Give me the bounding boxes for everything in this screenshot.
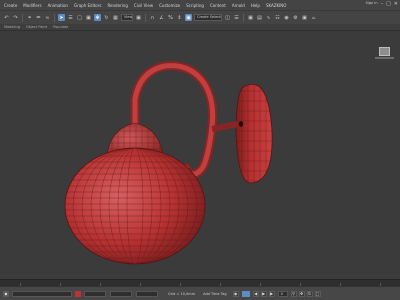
ribbon-tab-populate[interactable]: Populate	[53, 25, 68, 29]
menu-animation[interactable]: Animation	[45, 3, 71, 8]
zoom-icon[interactable]: ⚲	[290, 290, 297, 297]
render-setup-icon[interactable]: ⚙	[292, 14, 299, 21]
align-icon[interactable]: ☰	[233, 14, 240, 21]
percent-snap-icon[interactable]: %	[167, 14, 174, 21]
z-coord-field[interactable]	[136, 290, 158, 297]
pan-icon[interactable]: ✥	[298, 290, 305, 297]
play-icon[interactable]: ▶	[260, 290, 267, 297]
viewcube-compass[interactable]	[375, 57, 394, 59]
angle-snap-icon[interactable]: ∠	[158, 14, 165, 21]
view-dropdown[interactable]: View	[121, 14, 133, 21]
render-icon[interactable]: ☕	[310, 14, 317, 21]
grid-label: Grid = 10,0mm	[168, 291, 196, 296]
ribbon-row: Modeling Object Paint Populate	[0, 24, 400, 31]
menu-modifiers[interactable]: Modifiers	[20, 3, 44, 8]
spinner-snap-icon[interactable]: ⇕	[176, 14, 183, 21]
move-icon[interactable]: ✥	[94, 14, 101, 21]
toolbar-divider	[22, 13, 23, 22]
y-coord-field[interactable]	[110, 290, 132, 297]
menu-customize[interactable]: Customize	[156, 3, 183, 8]
menu-civil-view[interactable]: Civil View	[131, 3, 156, 8]
close-icon[interactable]: ✕	[394, 1, 398, 7]
ribbon-tab-modeling[interactable]: Modeling	[4, 25, 20, 29]
maximize-viewport-icon[interactable]: □	[314, 290, 321, 297]
mount-screw	[238, 121, 244, 127]
main-toolbar: ↶ ↷ ⚭ ⚮ ≈ ➤ ☰ □ ▣ ✥ ↻ ▦ View ▣ ∩ ∠ % ⇕ ▣…	[0, 10, 400, 24]
curve-editor-icon[interactable]: ∿	[265, 14, 272, 21]
window-crossing-icon[interactable]: ▣	[85, 14, 92, 21]
select-by-name-icon[interactable]: ☰	[67, 14, 74, 21]
ribbon-icon[interactable]: ▤	[256, 14, 263, 21]
menu-arnold[interactable]: Arnold	[229, 3, 248, 8]
edit-named-selection-icon[interactable]: ▣	[185, 14, 192, 21]
menu-bar: Create Modifiers Animation Graph Editors…	[0, 0, 400, 10]
set-key-button[interactable]	[241, 290, 250, 297]
rotate-icon[interactable]: ↻	[103, 14, 110, 21]
add-time-tag-button[interactable]: Add Time Tag	[203, 292, 227, 296]
selection-set-dropdown[interactable]: Create Selection Set	[194, 14, 222, 21]
toolbar-divider	[54, 13, 55, 22]
layer-icon[interactable]: ▣	[247, 14, 254, 21]
toolbar-divider	[145, 13, 146, 22]
snap-icon[interactable]: ∩	[149, 14, 156, 21]
schematic-icon[interactable]: ☷	[274, 14, 281, 21]
perspective-viewport[interactable]	[0, 31, 400, 286]
minimize-icon[interactable]: –	[381, 1, 384, 7]
menu-graph-editors[interactable]: Graph Editors	[71, 3, 104, 8]
menu-content[interactable]: Content	[207, 3, 229, 8]
undo-icon[interactable]: ↶	[3, 14, 10, 21]
app-window: Create Modifiers Animation Graph Editors…	[0, 0, 400, 300]
timeline-track[interactable]	[0, 279, 400, 286]
orbit-icon[interactable]: ↻	[306, 290, 313, 297]
menu-skazkino[interactable]: SKAZKINO	[263, 3, 290, 8]
viewcube[interactable]	[379, 47, 390, 56]
lamp-globe[interactable]	[64, 147, 206, 265]
window-controls: Sign In – □ ✕	[366, 1, 398, 7]
scale-icon[interactable]: ▦	[112, 14, 119, 21]
menu-create[interactable]: Create	[0, 3, 20, 8]
maxscript-mini-listener[interactable]	[12, 290, 72, 297]
link-icon[interactable]: ⚭	[26, 14, 33, 21]
maximize-icon[interactable]: □	[386, 1, 391, 7]
unlink-icon[interactable]: ⚮	[35, 14, 42, 21]
status-bar: ▣ Grid = 10,0mm Add Time Tag ◉ ◀ ▶ ▶ 0 ⚲…	[0, 286, 400, 300]
pivot-icon[interactable]: ▣	[135, 14, 142, 21]
material-editor-icon[interactable]: ◉	[283, 14, 290, 21]
render-frame-icon[interactable]: ▣	[301, 14, 308, 21]
toolbar-divider	[243, 13, 244, 22]
next-frame-icon[interactable]: ▶	[268, 290, 275, 297]
lamp-model[interactable]	[0, 31, 400, 286]
auto-key-button[interactable]: ◉	[232, 290, 239, 297]
current-frame-field[interactable]: 0	[277, 290, 288, 297]
x-coord-field[interactable]	[84, 290, 106, 297]
mirror-icon[interactable]: ◫	[224, 14, 231, 21]
ribbon-tab-object-paint[interactable]: Object Paint	[26, 25, 47, 29]
select-icon[interactable]: ➤	[58, 14, 65, 21]
maxscript-listener-icon[interactable]: ▣	[3, 290, 9, 297]
menu-help[interactable]: Help	[248, 3, 263, 8]
lock-selection-icon[interactable]	[75, 290, 81, 297]
redo-icon[interactable]: ↷	[12, 14, 19, 21]
prev-frame-icon[interactable]: ◀	[252, 290, 259, 297]
menu-rendering[interactable]: Rendering	[104, 3, 130, 8]
bind-icon[interactable]: ≈	[44, 14, 51, 21]
sign-in-link[interactable]: Sign In	[366, 1, 378, 7]
menu-scripting[interactable]: Scripting	[183, 3, 207, 8]
rect-select-icon[interactable]: □	[76, 14, 83, 21]
